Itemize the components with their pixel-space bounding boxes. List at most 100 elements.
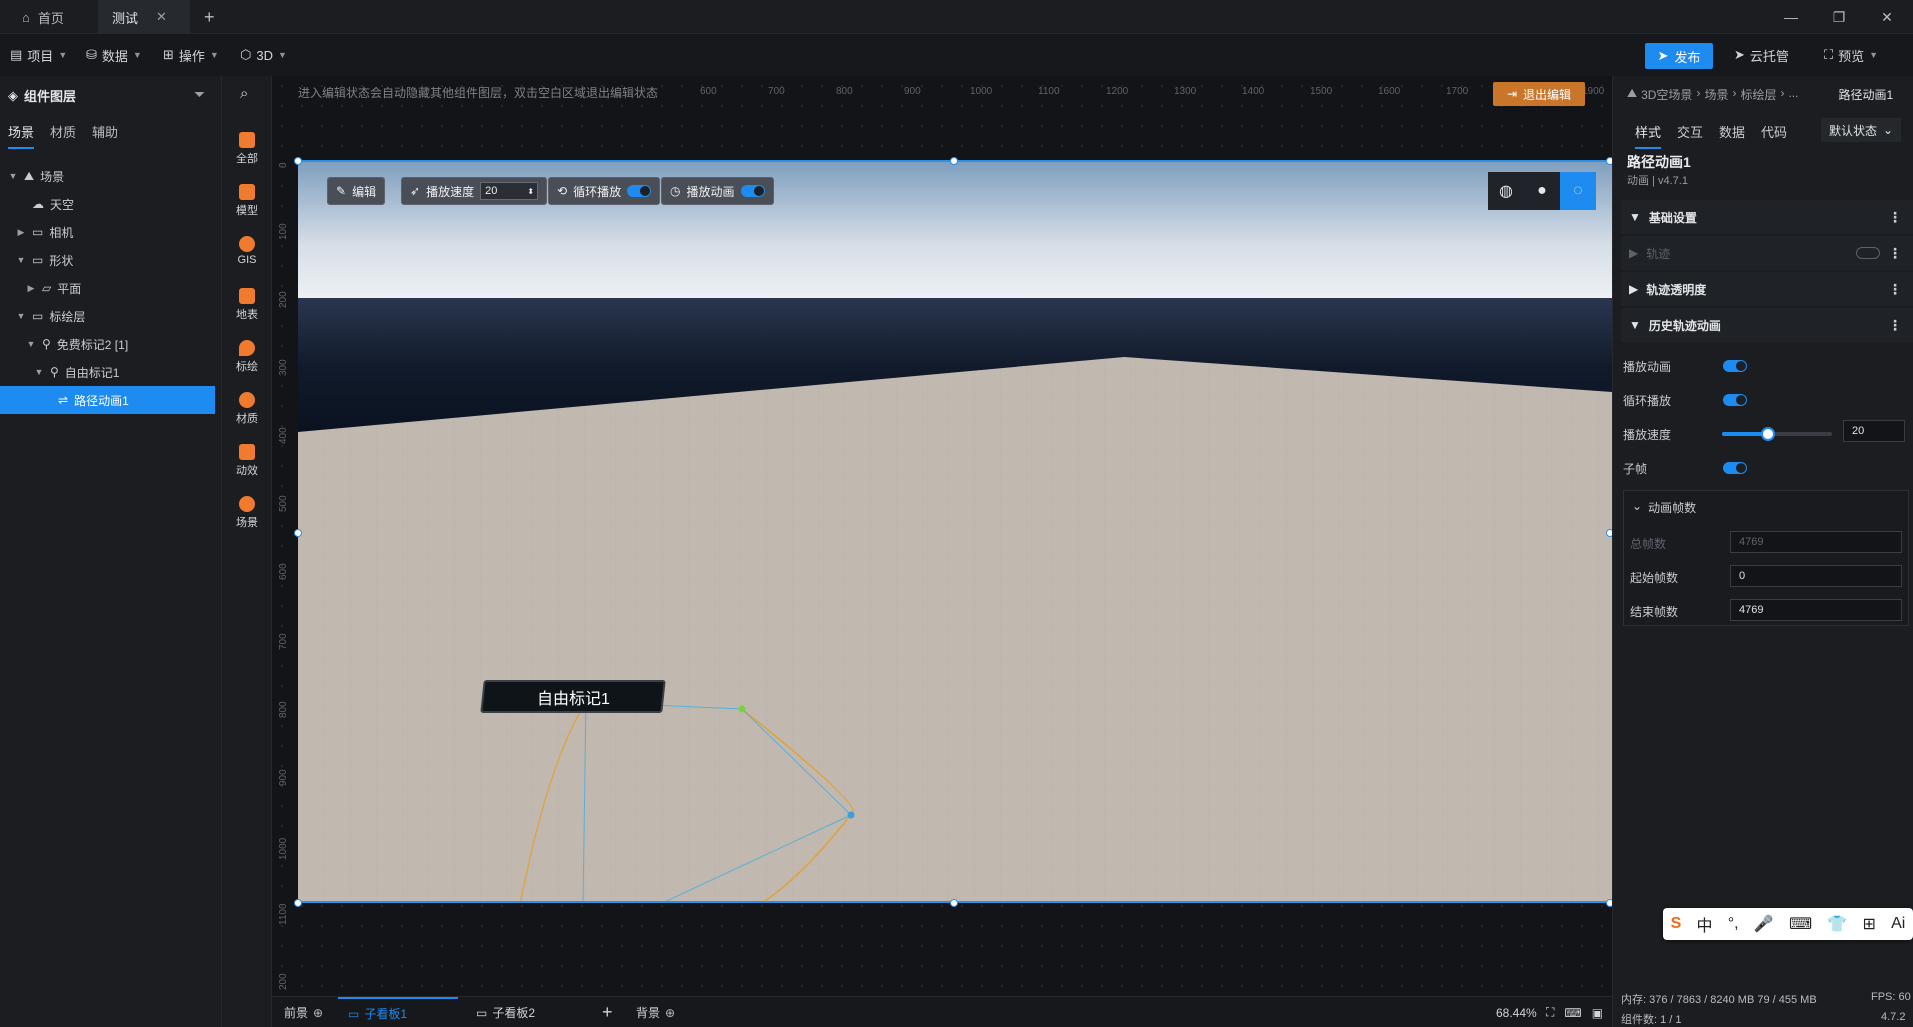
fit-screen-icon[interactable]: ⛶ xyxy=(1546,1005,1554,1020)
more-icon[interactable]: ⋮ xyxy=(1888,281,1902,298)
caret-right-icon[interactable]: ▶ xyxy=(26,283,36,294)
board-tab-2[interactable]: ▭ 子看板2 xyxy=(476,997,535,1027)
speed-slider[interactable] xyxy=(1722,427,1832,441)
tab-home[interactable]: ⌂ 首页 xyxy=(8,0,78,34)
cloud-button[interactable]: ➤ 云托管 xyxy=(1734,38,1789,72)
resize-handle[interactable] xyxy=(294,157,302,165)
tab-data[interactable]: 数据 xyxy=(1719,122,1745,149)
exit-edit-button[interactable]: ⇥ 退出编辑 xyxy=(1493,82,1585,106)
zoom-level[interactable]: 68.44% xyxy=(1496,997,1537,1027)
close-icon[interactable]: ✕ xyxy=(156,9,167,25)
tab-code[interactable]: 代码 xyxy=(1761,122,1787,149)
more-icon[interactable]: ⋮ xyxy=(1888,245,1902,262)
section-track[interactable]: ▶ 轨迹 ⋮ xyxy=(1621,236,1913,270)
subframe-toggle[interactable] xyxy=(1723,462,1747,474)
new-tab-button[interactable]: + xyxy=(190,0,229,34)
section-history[interactable]: ▼ 历史轨迹动画 ⋮ xyxy=(1621,308,1913,342)
restore-button[interactable]: ❐ xyxy=(1817,0,1861,34)
more-icon[interactable]: ⋮ xyxy=(1888,317,1902,334)
tree-item-plot-layer[interactable]: ▼ ▭ 标绘层 xyxy=(0,302,215,330)
loop-prop-toggle[interactable] xyxy=(1723,394,1747,406)
board-background[interactable]: 背景 ⊕ xyxy=(636,997,675,1027)
menu-project[interactable]: ▤ 项目 ▼ xyxy=(10,38,67,72)
menu-operate[interactable]: ⊞ 操作 ▼ xyxy=(163,38,219,72)
frames-header[interactable]: ⌄ 动画帧数 xyxy=(1632,499,1696,516)
play-toggle[interactable] xyxy=(740,185,765,197)
resize-handle[interactable] xyxy=(950,157,958,165)
tab-helper[interactable]: 辅助 xyxy=(92,122,118,149)
resize-handle[interactable] xyxy=(950,899,958,907)
tree-item-shape[interactable]: ▼ ▭ 形状 xyxy=(0,246,215,274)
tab-scene[interactable]: 场景 xyxy=(8,122,35,149)
3d-viewport[interactable] xyxy=(298,160,1612,903)
play-prop-toggle[interactable] xyxy=(1723,360,1747,372)
ime-keyboard-icon[interactable]: ⌨ xyxy=(1789,914,1812,934)
start-frame-input[interactable]: 0 xyxy=(1730,565,1902,587)
menu-3d[interactable]: ⬡ 3D ▼ xyxy=(240,38,287,72)
tree-item-camera[interactable]: ▶ ▭ 相机 xyxy=(0,218,215,246)
palette-terrain[interactable]: 地表 xyxy=(222,288,272,322)
edit-button[interactable]: ✎ 编辑 xyxy=(327,177,386,205)
palette-model[interactable]: 模型 xyxy=(222,184,272,218)
tree-item-scene[interactable]: ▼ ⛰ 场景 xyxy=(0,162,215,190)
sphere-icon[interactable]: ● xyxy=(1524,172,1560,210)
terminal-icon[interactable]: ▣ xyxy=(1592,1006,1603,1020)
globe-icon[interactable]: ◍ xyxy=(1488,172,1524,210)
tree-item-free-marker1[interactable]: ▼ ⚲ 自由标记1 xyxy=(0,358,215,386)
menu-data[interactable]: ⛁ 数据 ▼ xyxy=(86,38,142,72)
breadcrumb-item[interactable]: 标绘层 xyxy=(1740,86,1776,103)
end-frame-input[interactable]: 4769 xyxy=(1730,599,1902,621)
palette-scene[interactable]: 场景 xyxy=(222,496,272,530)
close-window-button[interactable]: ✕ xyxy=(1865,0,1909,34)
speed-stepper[interactable]: 20 ⬍ xyxy=(480,182,539,200)
add-circle-icon[interactable]: ⊕ xyxy=(313,1006,323,1020)
ime-skin-icon[interactable]: 👕 xyxy=(1827,914,1847,934)
palette-gis[interactable]: GIS xyxy=(222,236,272,266)
ime-mic-icon[interactable]: 🎤 xyxy=(1754,914,1774,934)
tab-interaction[interactable]: 交互 xyxy=(1677,122,1703,149)
tree-item-sky[interactable]: ☁ 天空 xyxy=(0,190,215,218)
orbit-icon[interactable]: ◌ xyxy=(1560,172,1596,210)
loop-toggle[interactable] xyxy=(627,185,652,197)
board-tab-1[interactable]: ▭ 子看板1 xyxy=(338,997,458,1027)
breadcrumb-item[interactable]: 3D空场景 xyxy=(1641,86,1692,103)
caret-down-icon[interactable]: ▼ xyxy=(34,367,44,377)
section-basic[interactable]: ▼ 基础设置 ⋮ xyxy=(1621,200,1913,234)
marker-label[interactable]: 自由标记1 xyxy=(480,680,666,713)
caret-down-icon[interactable]: ▼ xyxy=(16,311,26,321)
more-icon[interactable]: ⋮ xyxy=(1888,209,1902,226)
palette-material[interactable]: 材质 xyxy=(222,392,272,426)
tree-item-plane[interactable]: ▶ ▱ 平面 xyxy=(0,274,215,302)
caret-down-icon[interactable]: ▼ xyxy=(8,171,18,181)
ime-logo-icon[interactable]: S xyxy=(1671,915,1682,933)
palette-plot[interactable]: 标绘 xyxy=(222,340,272,374)
caret-down-icon[interactable]: ▼ xyxy=(26,339,36,349)
palette-effect[interactable]: 动效 xyxy=(222,444,272,478)
ime-lang-toggle[interactable]: 中 xyxy=(1697,912,1713,936)
section-track-opacity[interactable]: ▶ 轨迹透明度 ⋮ xyxy=(1621,272,1913,306)
publish-button[interactable]: ➤ 发布 xyxy=(1645,43,1713,69)
track-toggle[interactable] xyxy=(1856,247,1880,259)
speed-prop-input[interactable]: 20 xyxy=(1843,420,1905,442)
tab-material[interactable]: 材质 xyxy=(50,122,76,149)
search-icon[interactable]: ⌕ xyxy=(240,85,248,102)
ime-punct-icon[interactable]: °, xyxy=(1728,915,1739,933)
breadcrumb-item[interactable]: 场景 xyxy=(1704,86,1728,103)
ime-tools-icon[interactable]: ⊞ xyxy=(1862,914,1875,934)
palette-all[interactable]: 全部 xyxy=(222,132,272,166)
resize-handle[interactable] xyxy=(294,529,302,537)
tab-test[interactable]: 测试 ✕ xyxy=(98,0,190,34)
preview-button[interactable]: ⛶ 预览 ▼ xyxy=(1824,38,1878,72)
add-board-button[interactable]: + xyxy=(602,997,613,1027)
board-front[interactable]: 前景 ⊕ xyxy=(284,997,323,1027)
keyboard-icon[interactable]: ⌨ xyxy=(1564,1006,1581,1020)
minimize-button[interactable]: — xyxy=(1769,0,1813,34)
add-circle-icon[interactable]: ⊕ xyxy=(665,1006,675,1020)
tab-style[interactable]: 样式 xyxy=(1635,122,1662,149)
tree-item-free-marker2[interactable]: ▼ ⚲ 免费标记2 [1] xyxy=(0,330,215,358)
tree-item-path-animation[interactable]: ⇌ 路径动画1 xyxy=(0,386,215,414)
caret-down-icon[interactable]: ▼ xyxy=(16,255,26,265)
resize-handle[interactable] xyxy=(294,899,302,907)
state-select[interactable]: 默认状态 ⌄ xyxy=(1821,118,1901,142)
filter-icon[interactable]: ⏷ xyxy=(194,86,205,103)
